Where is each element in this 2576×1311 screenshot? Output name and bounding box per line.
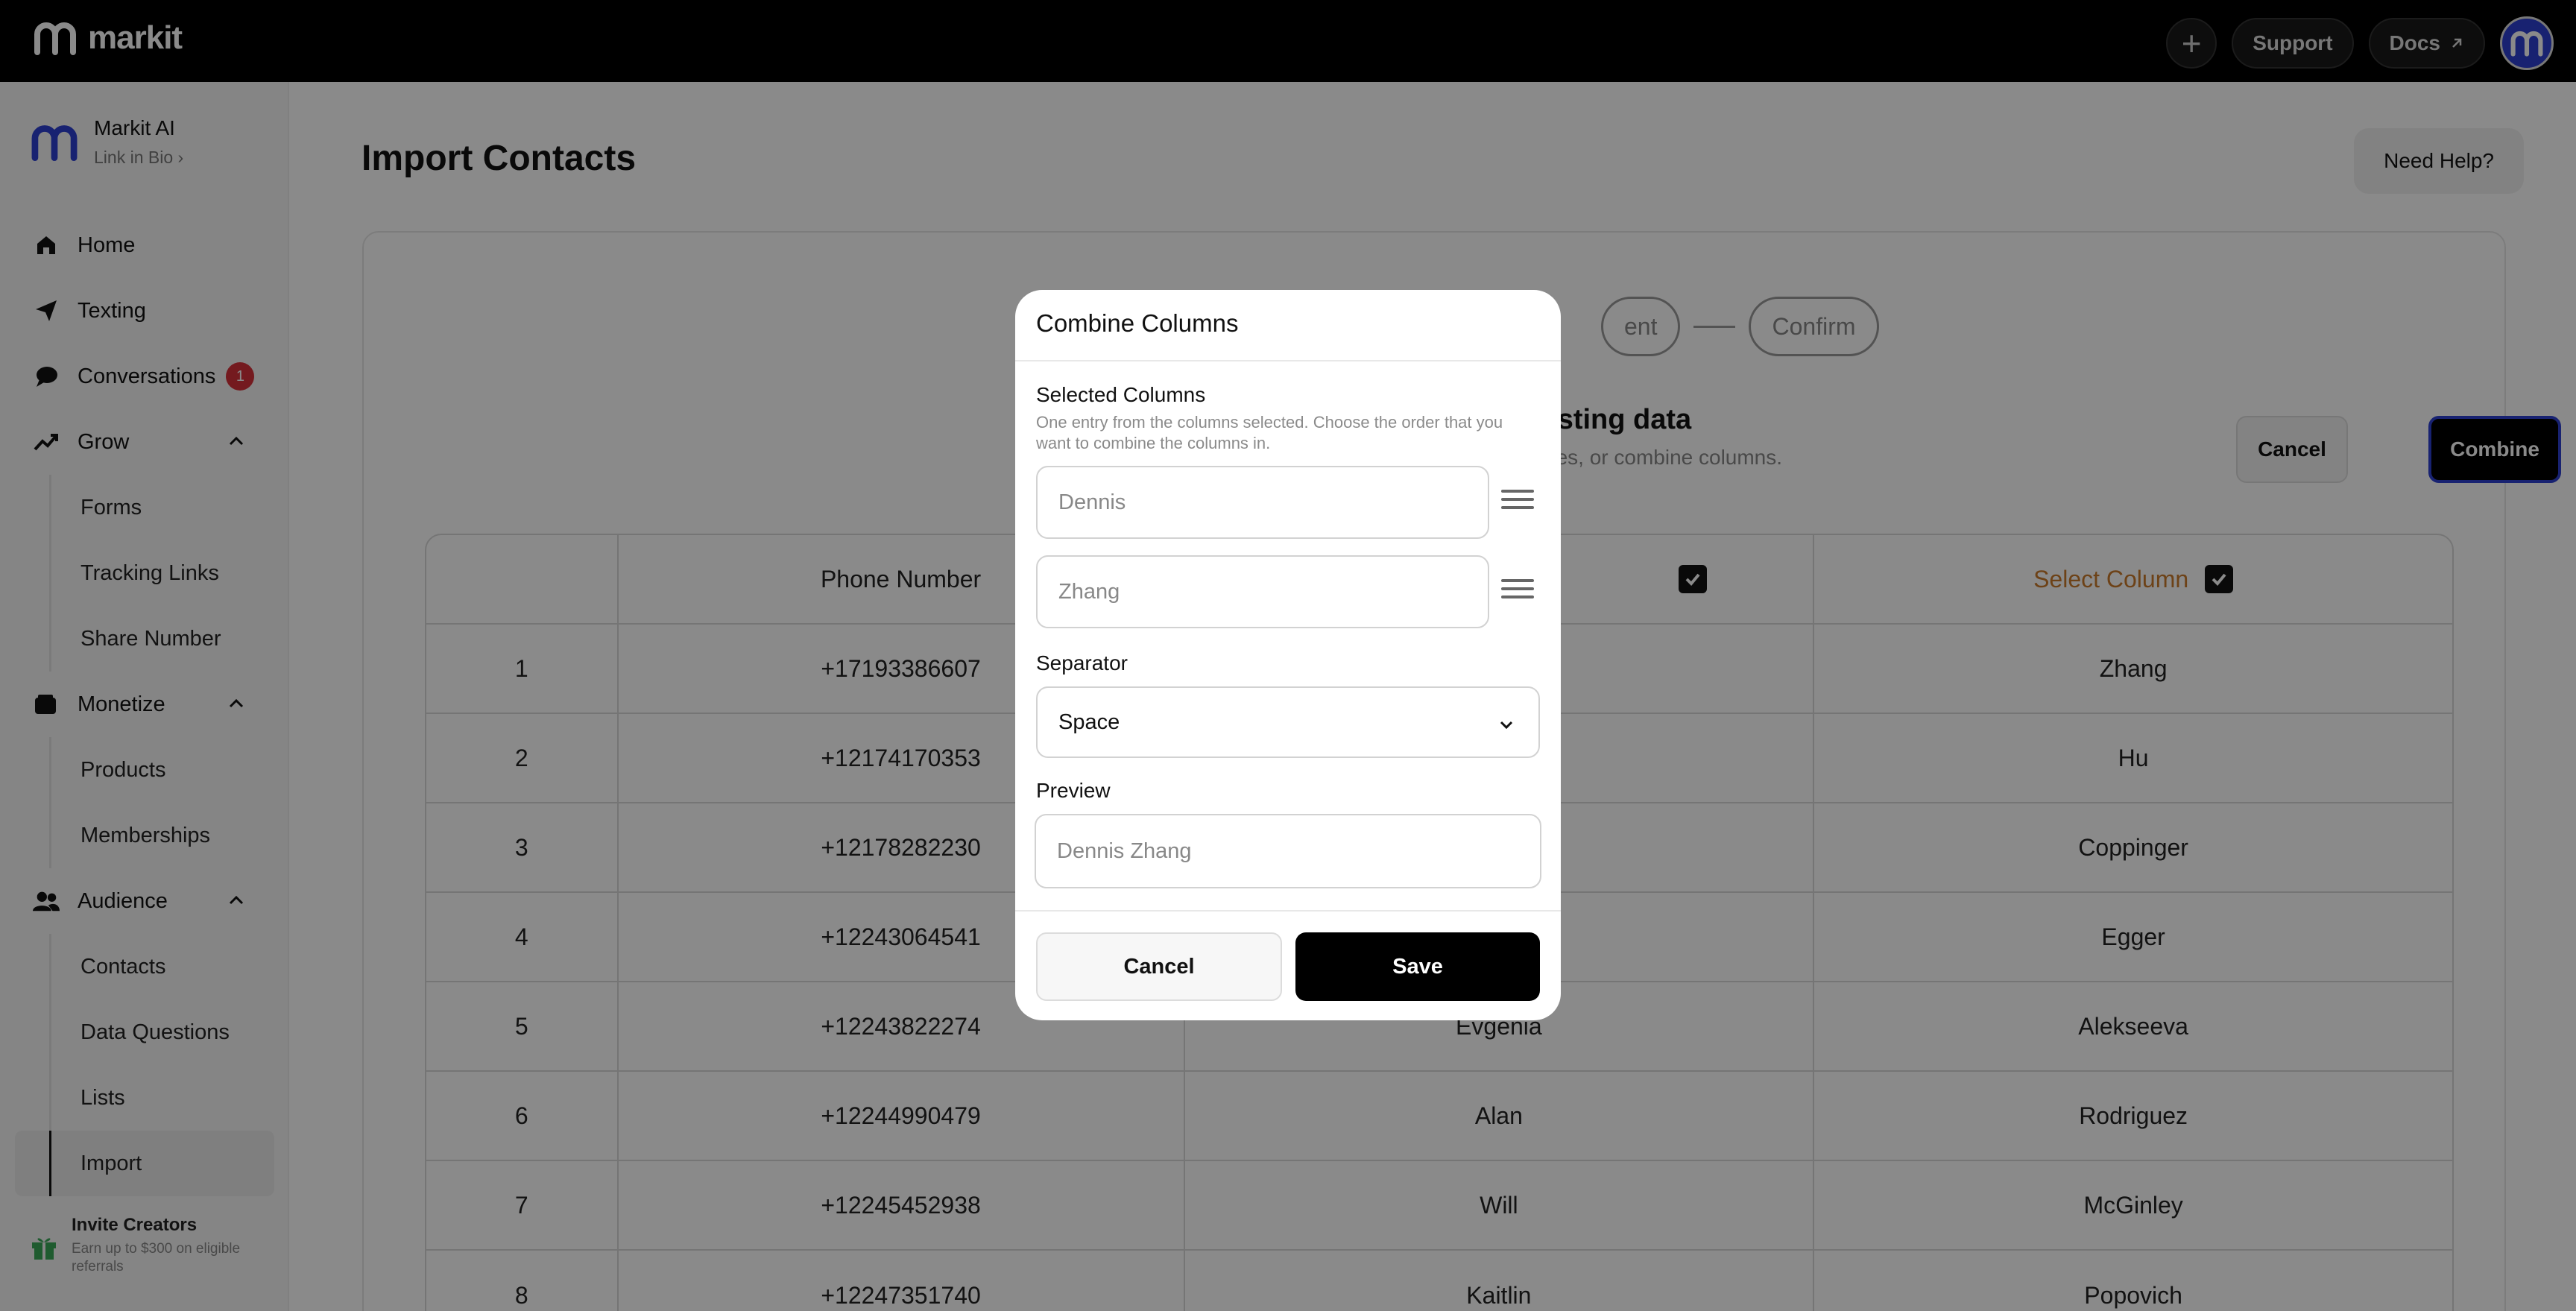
separator-label: Separator xyxy=(1036,651,1128,675)
divider xyxy=(1015,360,1561,361)
preview-label: Preview xyxy=(1036,779,1111,802)
combine-columns-dialog: Combine Columns Selected Columns One ent… xyxy=(1015,290,1561,1020)
column-field-2[interactable]: Zhang xyxy=(1036,555,1489,628)
selected-columns-label: Selected Columns xyxy=(1036,383,1206,406)
separator-value: Space xyxy=(1058,710,1120,734)
chevron-down-icon xyxy=(1500,721,1513,730)
dialog-title: Combine Columns xyxy=(1036,309,1239,337)
preview-field: Dennis Zhang xyxy=(1035,814,1541,888)
drag-handle-icon[interactable] xyxy=(1501,490,1534,512)
column-field-1[interactable]: Dennis xyxy=(1036,466,1489,539)
dialog-cancel-button[interactable]: Cancel xyxy=(1036,932,1282,1001)
separator-select[interactable]: Space xyxy=(1036,686,1540,758)
selected-columns-description: One entry from the columns selected. Cho… xyxy=(1036,413,1503,452)
drag-handle-icon[interactable] xyxy=(1501,579,1534,601)
dialog-save-button[interactable]: Save xyxy=(1295,932,1540,1001)
divider xyxy=(1015,910,1561,912)
